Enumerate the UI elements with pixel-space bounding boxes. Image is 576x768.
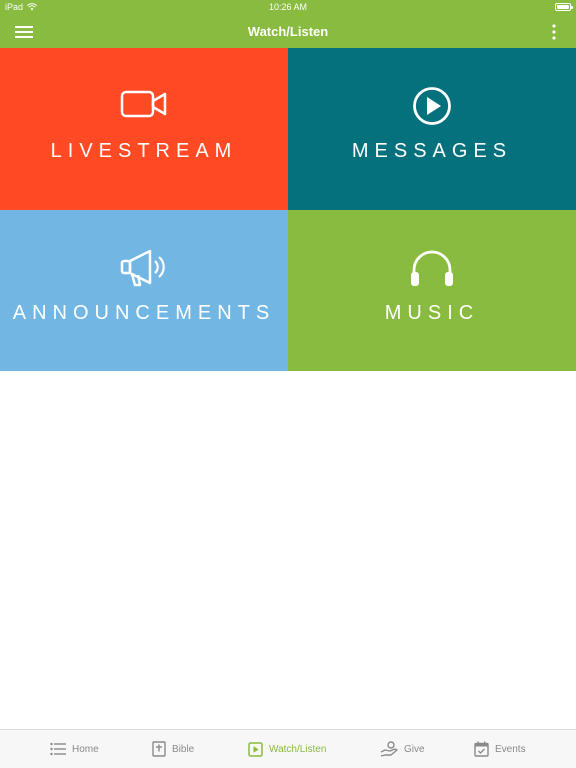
tab-events[interactable]: Events bbox=[474, 730, 526, 768]
tab-give-label: Give bbox=[404, 743, 425, 755]
music-tile[interactable]: MUSIC bbox=[288, 209, 576, 371]
announcements-tile[interactable]: ANNOUNCEMENTS bbox=[0, 209, 288, 371]
calendar-icon bbox=[474, 741, 489, 757]
bible-icon bbox=[152, 741, 166, 757]
livestream-tile[interactable]: LIVESTREAM bbox=[0, 48, 288, 210]
tab-home-label: Home bbox=[72, 743, 99, 755]
navbar: Watch/Listen bbox=[0, 15, 576, 48]
messages-tile[interactable]: MESSAGES bbox=[288, 48, 576, 210]
announcements-label: ANNOUNCEMENTS bbox=[12, 301, 276, 324]
tab-bible[interactable]: Bible bbox=[152, 730, 194, 768]
tab-watch-listen[interactable]: Watch/Listen bbox=[248, 730, 326, 768]
play-square-icon bbox=[248, 741, 263, 757]
tab-give[interactable]: Give bbox=[380, 730, 425, 768]
battery-icon bbox=[555, 3, 573, 11]
status-bar: iPad 10:26 AM bbox=[0, 0, 576, 15]
headphones-icon bbox=[411, 250, 453, 286]
tab-bar: Home Bible Watch/Listen Give Events bbox=[0, 729, 576, 768]
page-title: Watch/Listen bbox=[247, 24, 329, 39]
give-hand-icon bbox=[380, 741, 398, 757]
messages-label: MESSAGES bbox=[351, 140, 513, 162]
more-vertical-icon[interactable] bbox=[550, 23, 558, 41]
tab-home[interactable]: Home bbox=[50, 730, 99, 768]
livestream-label: LIVESTREAM bbox=[50, 140, 238, 162]
play-circle-icon bbox=[413, 87, 451, 125]
tab-bible-label: Bible bbox=[172, 743, 195, 755]
music-label: MUSIC bbox=[384, 301, 480, 324]
tile-grid: LIVESTREAM MESSAGES ANNOUNCEMENTS MUSIC bbox=[0, 48, 576, 371]
video-camera-icon bbox=[120, 90, 167, 118]
megaphone-icon bbox=[120, 249, 165, 286]
tab-watch-listen-label: Watch/Listen bbox=[269, 743, 327, 755]
list-icon bbox=[50, 742, 66, 756]
status-time: 10:26 AM bbox=[268, 2, 308, 12]
tab-events-label: Events bbox=[495, 743, 526, 755]
